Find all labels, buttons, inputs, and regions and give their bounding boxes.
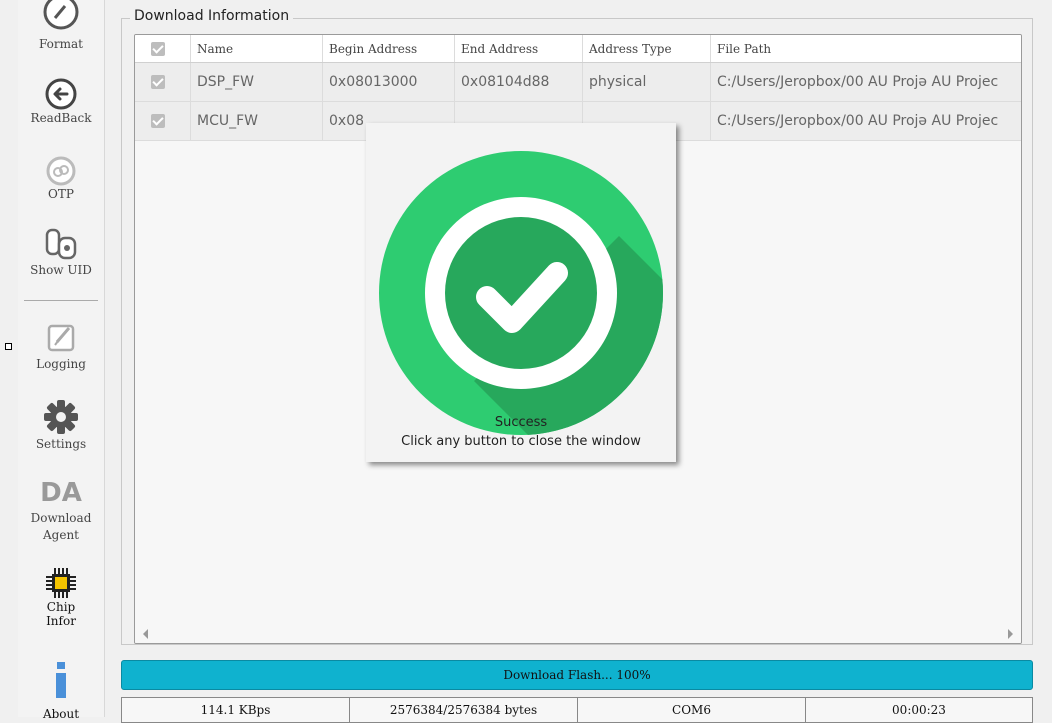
column-header-name[interactable]: Name	[191, 35, 323, 62]
sidebar-item-label: ReadBack	[30, 111, 92, 125]
column-header-begin-address[interactable]: Begin Address	[323, 35, 455, 62]
scroll-right-arrow-icon[interactable]	[1008, 629, 1013, 639]
sidebar-item-label-2: Infor	[46, 614, 76, 628]
sidebar-item-format[interactable]: Format	[18, 0, 104, 53]
gear-icon	[44, 400, 78, 434]
sidebar-item-label-2: Agent	[43, 528, 79, 542]
sidebar-item-label: OTP	[48, 187, 74, 201]
cell-file-path[interactable]: C:/Users/Jeropbox/00 AU Projə AU Projec	[711, 63, 1021, 101]
sidebar-item-label: Logging	[36, 357, 86, 371]
logging-icon	[47, 324, 75, 352]
row-checkbox-cell[interactable]	[135, 63, 191, 101]
cell-address-type: physical	[583, 63, 711, 101]
cell-end-address: 0x08104d88	[455, 63, 583, 101]
sidebar-item-chip-infor[interactable]: Chip Infor	[18, 566, 104, 628]
horizontal-scrollbar[interactable]	[135, 625, 1021, 643]
sidebar-item-label: Show UID	[30, 263, 92, 277]
sidebar-item-download-agent[interactable]: DA Download Agent	[18, 476, 104, 544]
sidebar-item-logging[interactable]: Logging	[18, 320, 104, 373]
success-check-icon	[379, 151, 663, 435]
row-checkbox[interactable]	[151, 75, 165, 89]
download-agent-icon: DA	[40, 478, 82, 508]
select-all-checkbox[interactable]	[151, 41, 165, 56]
sidebar-item-label: Download	[30, 511, 92, 525]
left-edge-strip	[0, 0, 12, 717]
format-icon	[43, 0, 79, 30]
group-title: Download Information	[130, 8, 294, 24]
header-checkbox-cell[interactable]	[135, 35, 191, 62]
sidebar-divider	[24, 300, 98, 301]
status-bar: 114.1 KBps 2576384/2576384 bytes COM6 00…	[121, 697, 1033, 723]
sidebar: Format ReadBack OTP Show UID Logging Set…	[18, 0, 105, 721]
column-header-end-address[interactable]: End Address	[455, 35, 583, 62]
table-row[interactable]: DSP_FW 0x08013000 0x08104d88 physical C:…	[135, 63, 1021, 102]
cell-begin-address: 0x08013000	[323, 63, 455, 101]
success-dialog[interactable]: Success Click any button to close the wi…	[366, 123, 676, 462]
chip-icon	[46, 568, 76, 598]
status-time: 00:00:23	[892, 703, 946, 717]
sidebar-item-otp[interactable]: OTP	[18, 156, 104, 203]
sidebar-item-show-uid[interactable]: Show UID	[18, 226, 104, 279]
scroll-left-arrow-icon[interactable]	[143, 629, 148, 639]
status-bytes: 2576384/2576384 bytes	[350, 698, 578, 722]
info-icon	[56, 662, 66, 698]
column-header-file-path[interactable]: File Path	[711, 35, 1021, 62]
sidebar-item-about[interactable]: About	[18, 660, 104, 721]
otp-icon	[46, 156, 76, 186]
sidebar-item-label: Chip	[46, 600, 76, 614]
row-checkbox-cell[interactable]	[135, 102, 191, 140]
sidebar-item-settings[interactable]: Settings	[18, 398, 104, 453]
status-port: COM6	[578, 698, 806, 722]
cell-file-path[interactable]: C:/Users/Jeropbox/00 AU Projə AU Projec	[711, 102, 1021, 140]
show-uid-icon	[45, 228, 77, 260]
sidebar-item-label: Settings	[35, 437, 87, 451]
sidebar-item-label: Format	[39, 37, 83, 51]
cell-name: MCU_FW	[191, 102, 323, 140]
readback-arrow-icon	[45, 78, 77, 110]
download-progress-bar: Download Flash... 100%	[121, 660, 1033, 690]
splitter-handle[interactable]	[5, 343, 12, 350]
cell-name: DSP_FW	[191, 63, 323, 101]
status-speed: 114.1 KBps	[122, 698, 350, 722]
progress-label: Download Flash... 100%	[503, 668, 651, 682]
success-message: Click any button to close the window	[401, 434, 641, 449]
sidebar-item-label: About	[42, 707, 80, 721]
success-title: Success	[494, 415, 548, 430]
column-header-address-type[interactable]: Address Type	[583, 35, 711, 62]
table-header: Name Begin Address End Address Address T…	[135, 35, 1021, 63]
row-checkbox[interactable]	[151, 114, 165, 128]
sidebar-item-readback[interactable]: ReadBack	[18, 78, 104, 127]
